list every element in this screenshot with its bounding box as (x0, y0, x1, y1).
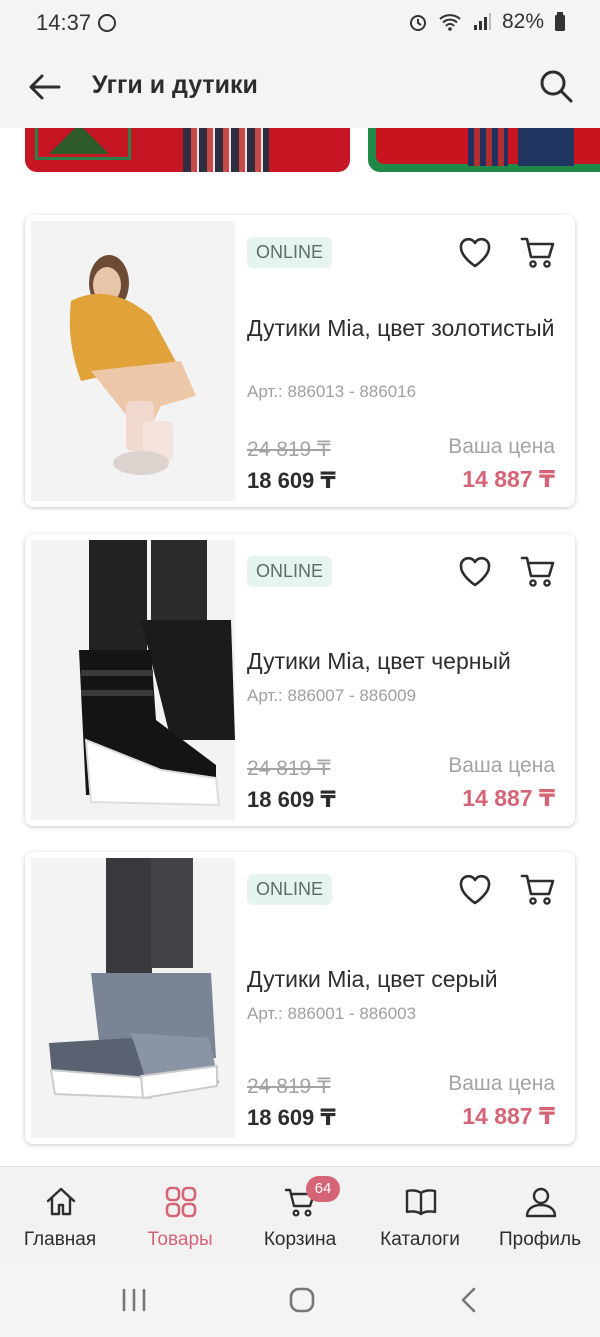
your-price: 14 887 ₸ (462, 1103, 555, 1129)
back-button-icon[interactable] (452, 1282, 488, 1318)
old-price: 24 819 ₸ (247, 1075, 331, 1098)
product-card[interactable]: ONLINE Дутики Mia, цвет серый Арт.: 8860… (25, 852, 575, 1144)
product-card[interactable]: ONLINE Дутики Mia, цвет золотистый Арт.:… (25, 215, 575, 507)
status-icons: 82% (408, 10, 566, 34)
product-image[interactable] (31, 540, 235, 820)
alarm-icon (409, 15, 426, 31)
cart-count-badge: 64 (306, 1176, 340, 1202)
notification-icon (98, 14, 116, 32)
battery-icon (555, 12, 565, 31)
your-price: 14 887 ₸ (462, 466, 555, 492)
back-arrow-icon[interactable] (26, 68, 64, 106)
product-article: Арт.: 886001 - 886003 (247, 1004, 417, 1023)
status-bar: 14:37 82% (0, 0, 600, 48)
nav-label: Каталоги (380, 1229, 460, 1250)
promo-banner[interactable] (25, 128, 350, 172)
search-icon[interactable] (538, 68, 574, 104)
nav-products[interactable]: Товары (120, 1167, 240, 1263)
product-photo (31, 540, 235, 820)
banner-photo (183, 128, 269, 172)
status-time: 14:37 (36, 10, 92, 35)
battery-percent: 82% (501, 10, 544, 33)
nav-cart[interactable]: 64 Корзина (240, 1167, 360, 1263)
recent-apps-icon[interactable] (116, 1282, 152, 1318)
grid-icon (165, 1186, 197, 1218)
bottom-navigation: Главная Товары 64 Корзина Каталоги Профи… (0, 1166, 600, 1262)
product-photo (31, 221, 235, 501)
system-navigation-bar (0, 1262, 600, 1337)
banner-tree (49, 128, 109, 154)
old-price: 24 819 ₸ (247, 438, 331, 461)
add-to-cart-icon[interactable] (519, 552, 557, 590)
online-badge: ONLINE (247, 874, 333, 905)
favorite-heart-icon[interactable] (457, 554, 493, 590)
product-list: ONLINE Дутики Mia, цвет золотистый Арт.:… (0, 128, 600, 1166)
regular-price: 18 609 ₸ (247, 468, 336, 493)
home-icon (46, 1187, 76, 1216)
nav-label: Главная (23, 1229, 97, 1250)
promo-banner[interactable] (368, 128, 600, 172)
online-badge: ONLINE (247, 237, 333, 268)
wifi-icon (439, 14, 461, 31)
add-to-cart-icon[interactable] (519, 233, 557, 271)
product-image[interactable] (31, 221, 235, 501)
regular-price: 18 609 ₸ (247, 1105, 336, 1130)
product-title[interactable]: Дутики Mia, цвет серый (247, 964, 567, 994)
nav-home[interactable]: Главная (0, 1167, 120, 1263)
signal-icon (473, 13, 491, 30)
your-price-label: Ваша цена (448, 754, 555, 777)
user-icon (525, 1187, 557, 1218)
product-photo (31, 858, 235, 1138)
product-article: Арт.: 886007 - 886009 (247, 686, 417, 705)
product-article: Арт.: 886013 - 886016 (247, 382, 417, 401)
page-title: Угги и дутики (92, 71, 258, 99)
home-button-icon[interactable] (284, 1282, 320, 1318)
product-title[interactable]: Дутики Mia, цвет черный (247, 646, 567, 676)
your-price: 14 887 ₸ (462, 785, 555, 811)
product-card[interactable]: ONLINE Дутики Mia, цвет черный Арт.: 886… (25, 534, 575, 826)
nav-profile[interactable]: Профиль (480, 1167, 600, 1263)
book-icon (405, 1189, 437, 1216)
regular-price: 18 609 ₸ (247, 787, 336, 812)
favorite-heart-icon[interactable] (457, 872, 493, 908)
nav-label: Корзина (263, 1229, 337, 1250)
banner-photo (518, 128, 574, 166)
your-price-label: Ваша цена (448, 1072, 555, 1095)
nav-label: Товары (147, 1229, 213, 1250)
your-price-label: Ваша цена (448, 435, 555, 458)
online-badge: ONLINE (247, 556, 333, 587)
nav-catalogs[interactable]: Каталоги (360, 1167, 480, 1263)
banner-photo (468, 128, 508, 166)
old-price: 24 819 ₸ (247, 757, 331, 780)
nav-label: Профиль (498, 1229, 582, 1250)
add-to-cart-icon[interactable] (519, 870, 557, 908)
product-title[interactable]: Дутики Mia, цвет золотистый (247, 313, 567, 343)
product-image[interactable] (31, 858, 235, 1138)
top-app-bar: Угги и дутики (0, 48, 600, 128)
favorite-heart-icon[interactable] (457, 235, 493, 271)
